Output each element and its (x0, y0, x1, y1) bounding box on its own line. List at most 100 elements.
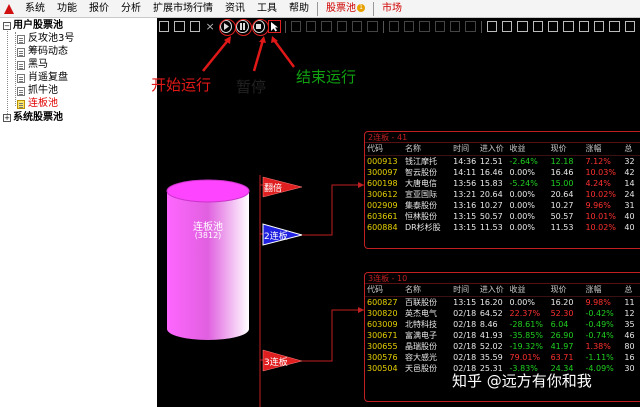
table-cell: 智云股份 (404, 167, 437, 177)
shape-icon[interactable] (352, 21, 363, 32)
align-icon[interactable] (609, 21, 620, 32)
menu-extended-market[interactable]: 扩展市场行情 (147, 0, 219, 18)
table-cell: 16.46 (550, 167, 574, 177)
tree-item-xiaoyao[interactable]: 肖遥复盘 (17, 72, 68, 84)
table-cell: 13:56 (453, 178, 477, 188)
table-row[interactable]: 300820 英杰电气 02/18 64.52 22.37% 52.30 -0.42% 12 (365, 308, 640, 319)
shape-icon[interactable] (388, 21, 400, 32)
menu-tools[interactable]: 工具 (251, 0, 283, 18)
column-header[interactable]: 进入价 (477, 143, 508, 156)
paste-icon[interactable] (502, 21, 513, 32)
shape-icon[interactable] (450, 21, 461, 32)
menu-system[interactable]: 系统 (19, 0, 51, 18)
panel-2lianban: 2连板 - 41 代码 名称 时间 进入价 收益 现价 涨幅总 000913 钱江摩托 14:3… (364, 131, 640, 249)
tree-item-chouma[interactable]: 筹码动态 (17, 46, 68, 58)
table-row[interactable]: 000913 钱江摩托 14:36 12.51 -2.64% 12.18 7.12% 32 (365, 155, 640, 167)
pool-cylinder[interactable] (166, 179, 250, 340)
column-header[interactable]: 收益 (507, 284, 549, 297)
column-header[interactable]: 进入价 (477, 284, 508, 297)
pause-button[interactable] (235, 19, 253, 36)
align-icon[interactable] (548, 21, 559, 32)
new-file-icon[interactable] (159, 21, 170, 32)
stop-run-button[interactable] (251, 19, 269, 36)
column-header[interactable]: 名称 (402, 143, 452, 156)
delete-icon[interactable]: × (205, 21, 215, 32)
table-row[interactable]: 300576 容大感光 02/18 35.59 79.01% 63.71 -1.11% 16 (365, 352, 640, 363)
table-cell: 30 (624, 363, 635, 373)
table-row[interactable]: 600198 大唐电信 13:56 15.83 -5.24% 15.00 4.24% 14 (365, 178, 640, 189)
table-cell: 600884 (367, 222, 398, 232)
column-header[interactable]: 现价 (548, 284, 584, 297)
tree-item-lianban[interactable]: 连板池 (17, 98, 58, 110)
tree-node-user-pool[interactable]: − 用户股票池 (3, 20, 63, 32)
align-icon[interactable] (532, 21, 544, 32)
tree-item-heima[interactable]: 黑马 (17, 59, 48, 71)
shape-icon[interactable] (336, 21, 348, 32)
menu-stock-pool[interactable]: 股票池 1 (320, 0, 371, 18)
save-icon[interactable] (189, 21, 201, 32)
menu-function[interactable]: 功能 (51, 0, 83, 18)
table-cell: 600827 (367, 297, 398, 307)
menu-help[interactable]: 帮助 (283, 0, 315, 18)
table-row[interactable]: 300671 富满电子 02/18 41.93 -35.85% 26.90 -0.74% 46 (365, 330, 640, 341)
table-cell: -0.74% (585, 330, 614, 340)
shape-icon[interactable] (306, 21, 317, 32)
shape-icon[interactable] (321, 21, 332, 32)
table-row[interactable]: 600884 DR杉杉股 13:15 11.53 0.00% 11.53 10.02% 40 (365, 222, 640, 233)
menu-divider (317, 1, 318, 16)
column-header[interactable]: 名称 (402, 284, 452, 297)
table-row[interactable]: 300655 晶瑞股份 02/18 52.02 -19.32% 41.97 1.38% 80 (365, 341, 640, 352)
open-folder-icon[interactable] (174, 21, 185, 32)
column-header[interactable]: 总 (622, 284, 640, 297)
table-cell: 40 (624, 211, 635, 221)
menu-news[interactable]: 资讯 (219, 0, 251, 18)
table-cell: 6.04 (550, 319, 569, 329)
table-row[interactable]: 002909 集泰股份 13:16 10.27 0.00% 10.27 9.96% 31 (365, 200, 640, 211)
align-icon[interactable] (624, 21, 636, 32)
table-row[interactable]: 300097 智云股份 14:11 16.46 0.00% 16.46 10.03% 42 (365, 167, 640, 178)
start-run-button[interactable] (219, 19, 237, 36)
pointer-tool-button[interactable] (267, 20, 281, 33)
table-cell: 15.83 (479, 178, 503, 188)
table-cell: 11 (624, 297, 635, 307)
expand-icon[interactable]: + (3, 114, 11, 122)
toolbar-divider (480, 20, 482, 33)
column-header[interactable]: 时间 (451, 284, 478, 297)
collapse-icon[interactable]: − (3, 22, 11, 30)
shape-icon[interactable] (465, 21, 476, 32)
column-header[interactable]: 时间 (451, 143, 478, 156)
column-header[interactable]: 代码 (365, 143, 403, 156)
table-row[interactable]: 600827 百联股份 13:15 16.20 0.00% 16.20 9.98% 11 (365, 296, 640, 308)
menu-analysis[interactable]: 分析 (115, 0, 147, 18)
table-row[interactable]: 603009 北特科技 02/18 8.46 -28.61% 6.04 -0.49% 35 (365, 319, 640, 330)
table-cell: 22.37% (509, 308, 541, 318)
table-cell: -5.24% (509, 178, 538, 188)
column-header[interactable]: 涨幅 (583, 284, 623, 297)
align-icon[interactable] (563, 21, 574, 32)
shape-icon[interactable] (290, 21, 302, 32)
column-header[interactable]: 现价 (548, 143, 584, 156)
align-icon[interactable] (594, 21, 605, 32)
column-header[interactable]: 收益 (507, 143, 549, 156)
table-row[interactable]: 300612 宣亚国际 13:21 20.64 0.00% 20.64 10.02% 24 (365, 189, 640, 200)
table-cell: 12.51 (479, 156, 503, 166)
table-cell: 1.38% (585, 341, 611, 351)
menu-quote[interactable]: 报价 (83, 0, 115, 18)
shape-icon[interactable] (434, 21, 446, 32)
align-icon[interactable] (517, 21, 528, 32)
align-icon[interactable] (578, 21, 590, 32)
column-header[interactable]: 涨幅 (583, 143, 623, 156)
copy-icon[interactable] (486, 21, 498, 32)
shape-icon[interactable] (404, 21, 415, 32)
table-cell: 16.46 (479, 167, 503, 177)
tree-item-zhuaniu[interactable]: 抓牛池 (17, 85, 58, 97)
shape-icon[interactable] (419, 21, 430, 32)
table-cell: 容大感光 (404, 352, 437, 362)
column-header[interactable]: 总 (622, 143, 640, 156)
tree-item-fangong[interactable]: 反攻池3号 (17, 33, 74, 45)
menu-market[interactable]: 市场 (376, 0, 408, 18)
table-row[interactable]: 603661 恒林股份 13:15 50.57 0.00% 50.57 10.01% 40 (365, 211, 640, 222)
tree-node-system-pool[interactable]: + 系统股票池 (3, 112, 63, 124)
shape-icon[interactable] (367, 21, 378, 32)
column-header[interactable]: 代码 (365, 284, 403, 297)
